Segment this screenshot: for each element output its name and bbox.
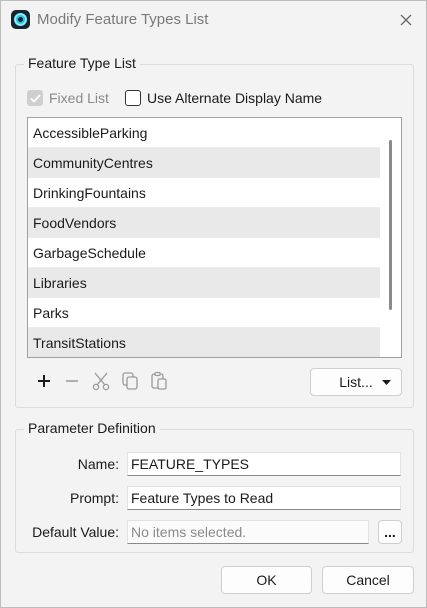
cut-icon bbox=[92, 372, 110, 391]
name-field[interactable]: FEATURE_TYPES bbox=[127, 452, 401, 476]
cut-button[interactable] bbox=[89, 369, 113, 393]
list-dropdown-button[interactable]: List... bbox=[310, 368, 402, 396]
default-value-label: Default Value: bbox=[32, 524, 119, 540]
copy-button[interactable] bbox=[118, 369, 142, 393]
default-value-field[interactable]: No items selected. bbox=[127, 520, 369, 544]
list-scrollbar-thumb[interactable] bbox=[389, 140, 392, 310]
name-label: Name: bbox=[77, 456, 119, 472]
list-button-label: List... bbox=[339, 374, 373, 390]
fixed-list-label: Fixed List bbox=[49, 90, 109, 106]
paste-button[interactable] bbox=[147, 369, 171, 393]
prompt-label: Prompt: bbox=[69, 490, 119, 506]
add-icon bbox=[38, 375, 50, 387]
alternate-display-name-label: Use Alternate Display Name bbox=[147, 90, 323, 106]
app-logo-icon bbox=[11, 10, 30, 29]
remove-icon bbox=[66, 380, 78, 382]
cancel-button-label: Cancel bbox=[346, 572, 390, 588]
list-item[interactable]: TransitStations bbox=[28, 328, 380, 357]
alternate-display-name-checkbox[interactable]: Use Alternate Display Name bbox=[125, 90, 322, 106]
copy-icon bbox=[122, 372, 138, 390]
title-bar[interactable]: Modify Feature Types List bbox=[1, 1, 426, 39]
cancel-button[interactable]: Cancel bbox=[322, 566, 414, 594]
window-title: Modify Feature Types List bbox=[37, 11, 209, 28]
prompt-field[interactable]: Feature Types to Read bbox=[127, 486, 401, 510]
close-icon bbox=[400, 14, 412, 26]
list-item[interactable]: AccessibleParking bbox=[28, 118, 380, 148]
list-item[interactable]: CommunityCentres bbox=[28, 148, 380, 178]
paste-icon bbox=[151, 371, 167, 390]
ok-button-label: OK bbox=[256, 572, 277, 588]
parameter-definition-title: Parameter Definition bbox=[24, 420, 160, 436]
browse-button[interactable]: ... bbox=[378, 520, 402, 544]
add-button[interactable] bbox=[32, 369, 56, 393]
checkmark-icon bbox=[29, 93, 41, 103]
list-item[interactable]: FoodVendors bbox=[28, 208, 380, 238]
fixed-list-check-box[interactable] bbox=[27, 90, 43, 106]
list-item[interactable]: DrinkingFountains bbox=[28, 178, 380, 208]
dropdown-arrow-icon bbox=[382, 380, 391, 385]
close-button[interactable] bbox=[394, 8, 418, 32]
list-scrollbar[interactable] bbox=[381, 118, 401, 357]
ok-button[interactable]: OK bbox=[221, 566, 312, 594]
list-item[interactable]: GarbageSchedule bbox=[28, 238, 380, 268]
remove-button[interactable] bbox=[60, 369, 84, 393]
alternate-display-name-check-box[interactable] bbox=[125, 90, 141, 106]
list-item[interactable]: Parks bbox=[28, 298, 380, 328]
list-item[interactable]: Libraries bbox=[28, 268, 380, 298]
feature-type-list-title: Feature Type List bbox=[24, 55, 140, 71]
feature-type-listbox[interactable]: AccessibleParking CommunityCentres Drink… bbox=[27, 117, 402, 358]
browse-button-label: ... bbox=[384, 524, 396, 540]
dialog-window: Modify Feature Types List Feature Type L… bbox=[0, 0, 427, 608]
fixed-list-checkbox[interactable]: Fixed List bbox=[27, 90, 109, 106]
